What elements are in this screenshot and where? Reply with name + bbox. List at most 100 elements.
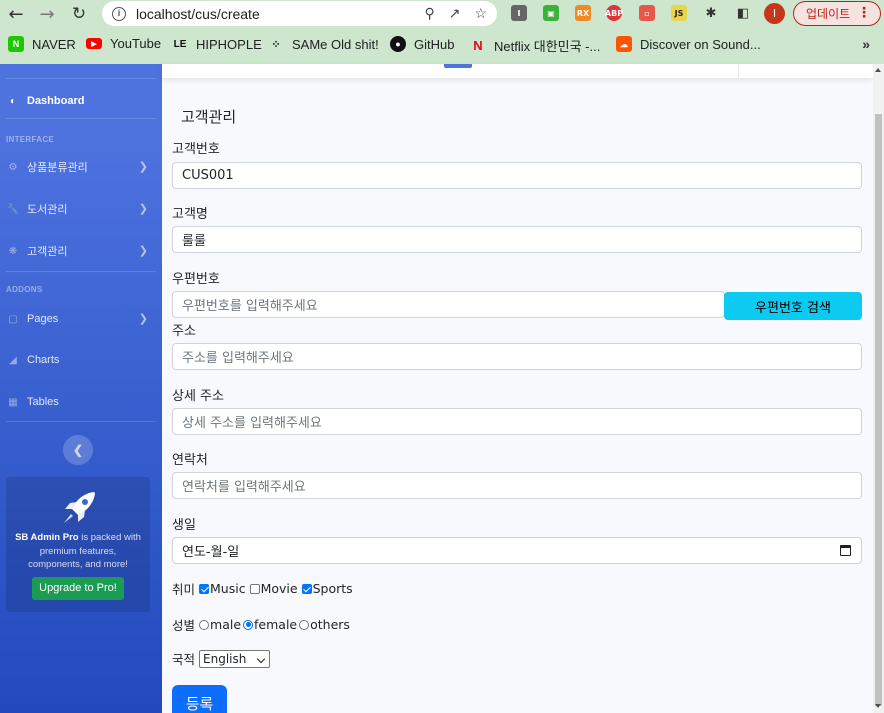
naver-icon: N (8, 36, 24, 52)
page-title: 고객관리 (181, 108, 237, 126)
scroll-down-arrow-icon[interactable] (875, 704, 881, 708)
hobby-movie-checkbox[interactable] (249, 583, 260, 594)
sidebar-item-label: Pages (27, 313, 59, 325)
hobby-music-checkbox[interactable] (199, 583, 210, 594)
gender-male-radio[interactable] (199, 619, 210, 630)
bookmark-github[interactable]: ● GitHub (390, 36, 454, 52)
topbar (162, 64, 873, 78)
bookmark-label: HIPHOPLE (196, 36, 262, 52)
more-menu-icon: ⋮ (857, 5, 871, 21)
cog-icon: ⚙ (8, 161, 18, 173)
zipcode-search-button[interactable]: 우편번호 검색 (724, 292, 862, 320)
extensions-puzzle-icon[interactable]: ✱ (703, 5, 719, 21)
address-input[interactable]: 주소를 입력해주세요 (172, 343, 862, 370)
bookmark-star-icon[interactable]: ☆ (474, 5, 487, 22)
bookmark-netflix[interactable]: N Netflix 대한민국 -... (470, 36, 600, 55)
sidebar-item-pages[interactable]: ▢ Pages ❯ (0, 309, 162, 329)
soundcloud-icon: ☁ (616, 36, 632, 52)
birth-label: 생일 (172, 518, 196, 533)
sidebar-promo-card: SB Admin Pro is packed with premium feat… (6, 477, 150, 612)
name-label: 고객명 (172, 207, 208, 222)
bookmark-label: SAMe Old shit! (292, 36, 379, 52)
sidebar-item-charts[interactable]: ◢ Charts (0, 350, 162, 370)
page-scrollbar[interactable] (873, 64, 884, 713)
gender-female-radio[interactable] (243, 619, 254, 630)
gender-male-label: male (210, 617, 242, 632)
hobby-label: 취미 (172, 582, 196, 597)
bookmark-youtube[interactable]: ▶ YouTube (86, 36, 161, 51)
sidebar-item-books[interactable]: 🔧 도서관리 ❯ (0, 199, 162, 219)
side-panel-icon[interactable]: ◧ (735, 5, 751, 21)
bookmark-label: NAVER (32, 36, 76, 52)
sidebar-divider (6, 271, 156, 272)
address-detail-label: 상세 주소 (172, 389, 224, 404)
sidebar: ◐ Dashboard INTERFACE ⚙ 상품분류관리 ❯ 🔧 도서관리 … (0, 64, 162, 713)
bookmark-label: GitHub (414, 36, 455, 52)
sidebar-item-category[interactable]: ⚙ 상품분류관리 ❯ (0, 157, 162, 177)
reload-icon[interactable]: ↻ (66, 1, 92, 27)
zoom-icon[interactable]: ⚲ (424, 5, 434, 22)
chevron-right-icon: ❯ (138, 245, 148, 257)
forward-arrow-icon[interactable]: → (34, 1, 60, 27)
hobby-sports-label: Sports (312, 581, 353, 596)
submit-button[interactable]: 등록 (172, 685, 227, 713)
sidebar-item-tables[interactable]: ▦ Tables (0, 392, 162, 412)
bookmark-label: Discover on Sound... (640, 36, 761, 52)
extension-rx-icon[interactable]: RX (575, 5, 591, 21)
zipcode-input[interactable]: 우편번호를 입력해주세요 (172, 291, 725, 318)
chevron-down-icon (256, 654, 266, 663)
sidebar-item-customers[interactable]: ❋ 고객관리 ❯ (0, 241, 162, 261)
extension-chat-icon[interactable]: ▫ (639, 5, 655, 21)
phone-input[interactable]: 연락처를 입력해주세요 (172, 472, 862, 499)
sidebar-item-label: Tables (27, 396, 59, 408)
update-button-label: 업데이트 (806, 7, 851, 21)
extension-js-icon[interactable]: JS (671, 5, 687, 21)
back-arrow-icon[interactable]: ← (3, 1, 29, 27)
bookmarks-bar: N NAVER ▶ YouTube LE HIPHOPLE ⁘ SAMe Old… (0, 33, 884, 57)
customer-no-input[interactable]: CUS001 (172, 162, 862, 189)
birth-date-input[interactable]: 연도-월-일 (172, 537, 862, 564)
address-bar-url: localhost/cus/create (136, 5, 260, 22)
extension-icon[interactable]: I (511, 5, 527, 21)
address-bar[interactable]: i localhost/cus/create ⚲ ↗ ☆ (102, 1, 497, 26)
sidebar-item-dashboard[interactable]: ◐ Dashboard (0, 91, 162, 111)
folder-icon: ▢ (8, 313, 18, 325)
scrollbar-thumb[interactable] (875, 114, 882, 706)
site-info-icon[interactable]: i (112, 6, 126, 21)
bookmarks-overflow-icon[interactable]: » (862, 36, 870, 52)
topbar-indicator (444, 64, 472, 68)
update-button[interactable]: 업데이트 ⋮ (793, 1, 881, 26)
hobby-sports-checkbox[interactable] (301, 583, 312, 594)
bookmark-same-old-shit[interactable]: ⁘ SAMe Old shit! (268, 36, 379, 52)
sidebar-item-label: Charts (27, 354, 60, 366)
gender-others-radio[interactable] (299, 619, 310, 630)
sidebar-item-label: 상품분류관리 (27, 162, 88, 174)
bookmark-naver[interactable]: N NAVER (8, 36, 76, 52)
nation-select[interactable]: English (199, 649, 271, 668)
bookmark-soundcloud[interactable]: ☁ Discover on Sound... (616, 36, 761, 52)
customer-no-label: 고객번호 (172, 142, 220, 157)
scroll-up-arrow-icon[interactable] (875, 68, 881, 72)
hobby-movie-label: Movie (260, 581, 298, 596)
name-input[interactable]: 룰룰 (172, 226, 862, 253)
profile-avatar[interactable]: I (764, 3, 785, 24)
table-icon: ▦ (8, 396, 18, 408)
sidebar-toggle-button[interactable]: ❮ (63, 435, 93, 465)
nation-label: 국적 (172, 652, 196, 667)
address-detail-input[interactable]: 상세 주소를 입력해주세요 (172, 408, 862, 435)
netflix-icon: N (473, 38, 483, 53)
gender-female-label: female (254, 617, 298, 632)
gender-label: 성별 (172, 618, 196, 633)
sidebar-divider (6, 118, 156, 119)
phone-label: 연락처 (172, 453, 208, 468)
adblock-icon[interactable]: ABP (605, 5, 623, 21)
calendar-icon[interactable] (840, 545, 851, 556)
extension-screen-icon[interactable]: ▣ (543, 5, 559, 21)
bookmark-label: Netflix 대한민국 -... (494, 39, 601, 54)
hobby-row: 취미 Music Movie Sports (172, 579, 353, 598)
upgrade-button[interactable]: Upgrade to Pro! (32, 577, 124, 600)
address-label: 주소 (172, 324, 196, 339)
rocket-icon (64, 492, 95, 523)
bookmark-hiphople[interactable]: LE HIPHOPLE (172, 36, 262, 52)
share-icon[interactable]: ↗ (449, 5, 461, 22)
